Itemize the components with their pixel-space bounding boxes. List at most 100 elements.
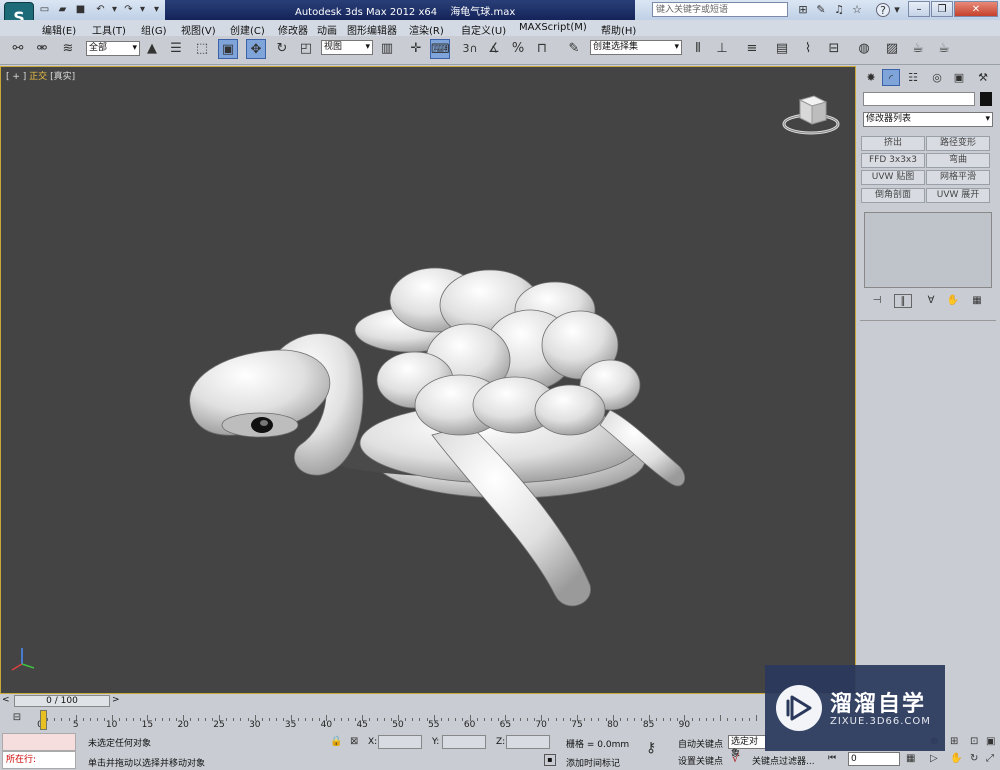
configure-modifier-sets-icon[interactable]: ▦ <box>968 294 986 308</box>
time-next-icon[interactable]: > <box>112 695 120 705</box>
help-dropdown-icon[interactable]: ▾ <box>890 3 904 17</box>
reference-coordinate-dropdown[interactable]: 视图 <box>321 40 373 55</box>
percent-snap-icon[interactable]: % <box>508 39 528 59</box>
close-button[interactable]: ✕ <box>954 1 998 17</box>
render-production-icon[interactable]: ☕ <box>934 39 954 59</box>
snaps-toggle-icon[interactable]: 3∩ <box>460 39 480 59</box>
rectangular-selection-icon[interactable]: ⬚ <box>192 39 212 59</box>
unlink-icon[interactable]: ⚮ <box>32 39 52 59</box>
current-frame-field[interactable]: 0 <box>848 752 900 766</box>
render-setup-icon[interactable]: ▨ <box>882 39 902 59</box>
field-of-view-icon[interactable]: ▷ <box>930 753 938 764</box>
viewport-shading-mode[interactable]: 真实 <box>54 72 72 82</box>
modifier-meshsmooth-button[interactable]: 网格平滑 <box>926 170 990 185</box>
time-slider[interactable]: 0 / 100 <box>14 695 110 707</box>
orbit-icon[interactable]: ↻ <box>970 753 978 764</box>
object-color-swatch[interactable] <box>980 92 992 106</box>
motion-tab-icon[interactable]: ◎ <box>928 69 946 86</box>
menu-group[interactable]: 组(G) <box>141 22 167 37</box>
redo-icon[interactable]: ↷ <box>122 3 135 16</box>
mirror-icon[interactable]: ⫴ <box>688 39 708 59</box>
quick-access-menu-icon[interactable]: ▾ <box>150 3 163 16</box>
select-by-name-icon[interactable]: ☰ <box>166 39 186 59</box>
pivot-center-icon[interactable]: ▥ <box>377 39 397 59</box>
spinner-snap-icon[interactable]: ⊓ <box>532 39 552 59</box>
add-time-tag[interactable]: 添加时间标记 <box>566 756 620 769</box>
set-key-icon[interactable]: ⚷ <box>646 740 656 756</box>
listener-line[interactable]: 所在行: <box>2 751 76 769</box>
key-filters-button[interactable]: 关键点过滤器... <box>752 754 815 767</box>
viewcube-icon[interactable] <box>782 92 840 136</box>
remove-modifier-icon[interactable]: ✋ <box>944 294 962 308</box>
window-crossing-icon[interactable]: ▣ <box>218 39 238 59</box>
menu-create[interactable]: 创建(C) <box>230 22 265 37</box>
hierarchy-tab-icon[interactable]: ☷ <box>904 69 922 86</box>
select-and-scale-icon[interactable]: ◰ <box>296 39 316 59</box>
show-end-result-icon[interactable]: ∥ <box>894 294 912 308</box>
tools-icon[interactable]: ✎ <box>814 3 828 17</box>
modify-tab-icon[interactable]: ◜ <box>882 69 900 86</box>
angle-snap-icon[interactable]: ∡ <box>484 39 504 59</box>
link-icon[interactable]: ⚯ <box>8 39 28 59</box>
minimize-button[interactable]: – <box>908 1 930 17</box>
modifier-list-dropdown[interactable]: 修改器列表 <box>863 112 993 127</box>
pin-stack-icon[interactable]: ⊣ <box>868 294 886 308</box>
viewport-view-name[interactable]: 正交 <box>29 72 47 82</box>
bind-space-warp-icon[interactable]: ≋ <box>58 39 78 59</box>
object-name-field[interactable] <box>863 92 975 106</box>
menu-help[interactable]: 帮助(H) <box>601 22 636 37</box>
zoom-extents-icon[interactable]: ⊡ <box>970 736 978 747</box>
open-file-icon[interactable]: ▰ <box>56 3 69 16</box>
select-and-rotate-icon[interactable]: ↻ <box>272 39 292 59</box>
new-file-icon[interactable]: ▭ <box>38 3 51 16</box>
create-tab-icon[interactable]: ✸ <box>862 69 880 86</box>
make-unique-icon[interactable]: ∀ <box>922 294 940 308</box>
lock-selection-icon[interactable]: 🔒 <box>330 736 342 747</box>
mini-curve-editor-icon[interactable]: ⊟ <box>8 712 26 726</box>
save-file-icon[interactable]: ■ <box>74 3 87 16</box>
viewport-menu[interactable]: [ + ] <box>6 72 26 82</box>
key-filters-icon[interactable]: √ <box>732 752 739 765</box>
align-icon[interactable]: ⊥ <box>712 39 732 59</box>
modifier-ffd-button[interactable]: FFD 3x3x3 <box>861 153 925 168</box>
auto-key-button[interactable]: 自动关键点 <box>678 737 723 750</box>
go-to-start-icon[interactable]: ⏮ <box>828 753 836 763</box>
search-input[interactable]: 键入关键字或短语 <box>652 2 788 17</box>
select-object-icon[interactable]: ▲ <box>142 39 162 59</box>
redo-dropdown-icon[interactable]: ▾ <box>136 3 149 16</box>
time-tag-icon[interactable]: ▪ <box>544 754 556 766</box>
menu-animation[interactable]: 动画 <box>317 22 337 37</box>
set-key-button[interactable]: 设置关键点 <box>678 754 723 767</box>
viewport-label[interactable]: [ + ] 正交 [真实] <box>6 69 75 82</box>
material-editor-icon[interactable]: ◍ <box>854 39 874 59</box>
modifier-bevel-profile-button[interactable]: 倒角剖面 <box>861 188 925 203</box>
help-icon[interactable]: ? <box>876 3 890 17</box>
select-and-move-icon[interactable]: ✥ <box>246 39 266 59</box>
timeline-track[interactable]: 051015202530354045505560657075808590 <box>37 708 760 730</box>
time-prev-icon[interactable]: < <box>2 695 10 705</box>
binoculars-icon[interactable]: ⊞ <box>796 3 810 17</box>
rendered-frame-window-icon[interactable]: ☕ <box>908 39 928 59</box>
undo-icon[interactable]: ↶ <box>94 3 107 16</box>
modifier-path-deform-button[interactable]: 路径变形 <box>926 136 990 151</box>
modifier-uvw-map-button[interactable]: UVW 贴图 <box>861 170 925 185</box>
select-and-manipulate-icon[interactable]: ✛ <box>406 39 426 59</box>
edit-named-selection-icon[interactable]: ✎ <box>564 39 584 59</box>
modifier-extrude-button[interactable]: 挤出 <box>861 136 925 151</box>
layer-manager-icon[interactable]: ≡ <box>742 39 762 59</box>
turtle-balloon-model[interactable] <box>170 255 700 620</box>
key-mode-dropdown[interactable]: 选定对象 <box>728 735 766 759</box>
favorites-icon[interactable]: ☆ <box>850 3 864 17</box>
display-tab-icon[interactable]: ▣ <box>950 69 968 86</box>
modifier-unwrap-uvw-button[interactable]: UVW 展开 <box>926 188 990 203</box>
absolute-mode-icon[interactable]: ⊠ <box>350 736 358 747</box>
menu-customize[interactable]: 自定义(U) <box>461 22 506 37</box>
z-coord-field[interactable] <box>506 735 550 749</box>
modifier-bend-button[interactable]: 弯曲 <box>926 153 990 168</box>
graphite-ribbon-icon[interactable]: ▤ <box>772 39 792 59</box>
undo-dropdown-icon[interactable]: ▾ <box>108 3 121 16</box>
maxscript-mini-listener[interactable] <box>2 733 76 751</box>
zoom-extents-all-icon[interactable]: ▣ <box>986 736 995 747</box>
named-selection-dropdown[interactable]: 创建选择集 <box>590 40 682 55</box>
menu-rendering[interactable]: 渲染(R) <box>409 22 444 37</box>
